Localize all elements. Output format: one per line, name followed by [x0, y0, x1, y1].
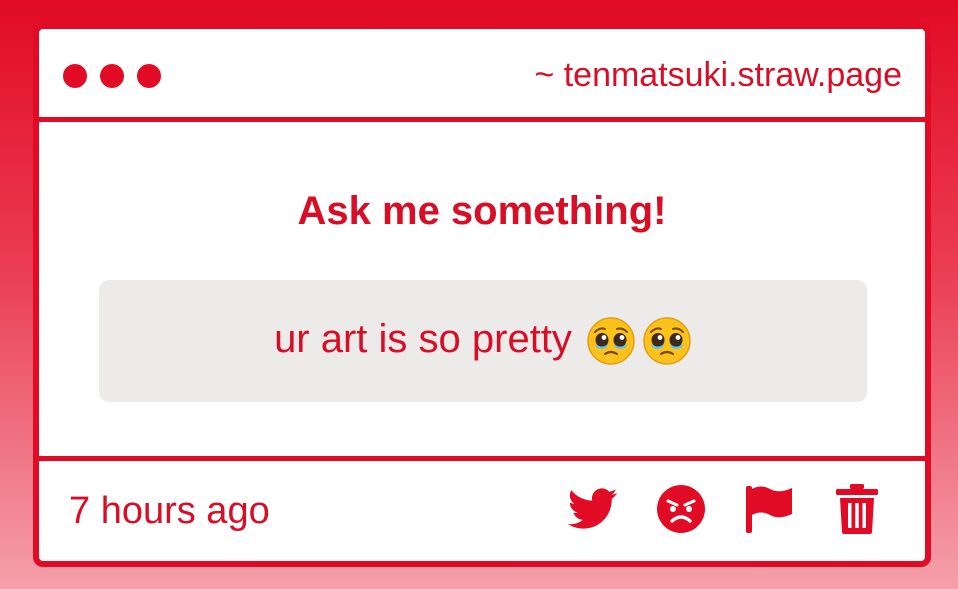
- card-footer: 7 hours ago: [39, 456, 925, 561]
- angry-face-icon: [657, 485, 705, 533]
- card-body: Ask me something! ur art is so pretty: [39, 122, 925, 461]
- window-dot: [63, 64, 87, 88]
- window-controls: [63, 64, 161, 88]
- pleading-face-icon: [586, 316, 636, 366]
- window-dot: [137, 64, 161, 88]
- question-card: ~ tenmatsuki.straw.page Ask me something…: [33, 23, 931, 567]
- window-titlebar: ~ tenmatsuki.straw.page: [39, 29, 925, 122]
- question-text: ur art is so pretty: [274, 316, 692, 366]
- flag-icon: [746, 486, 792, 533]
- delete-button[interactable]: [831, 483, 883, 535]
- question-emojis: [586, 316, 692, 366]
- trash-icon: [836, 484, 878, 534]
- page-url[interactable]: ~ tenmatsuki.straw.page: [534, 55, 902, 95]
- window-dot: [100, 64, 124, 88]
- page-title: Ask me something!: [297, 189, 667, 233]
- timestamp: 7 hours ago: [69, 490, 270, 532]
- pleading-face-icon: [642, 316, 692, 366]
- share-twitter-button[interactable]: [567, 483, 619, 535]
- question-box: ur art is so pretty: [99, 280, 867, 402]
- angry-react-button[interactable]: [655, 483, 707, 535]
- action-bar: [567, 483, 883, 535]
- twitter-icon: [568, 488, 618, 529]
- question-text-content: ur art is so pretty: [274, 316, 572, 361]
- report-button[interactable]: [743, 483, 795, 535]
